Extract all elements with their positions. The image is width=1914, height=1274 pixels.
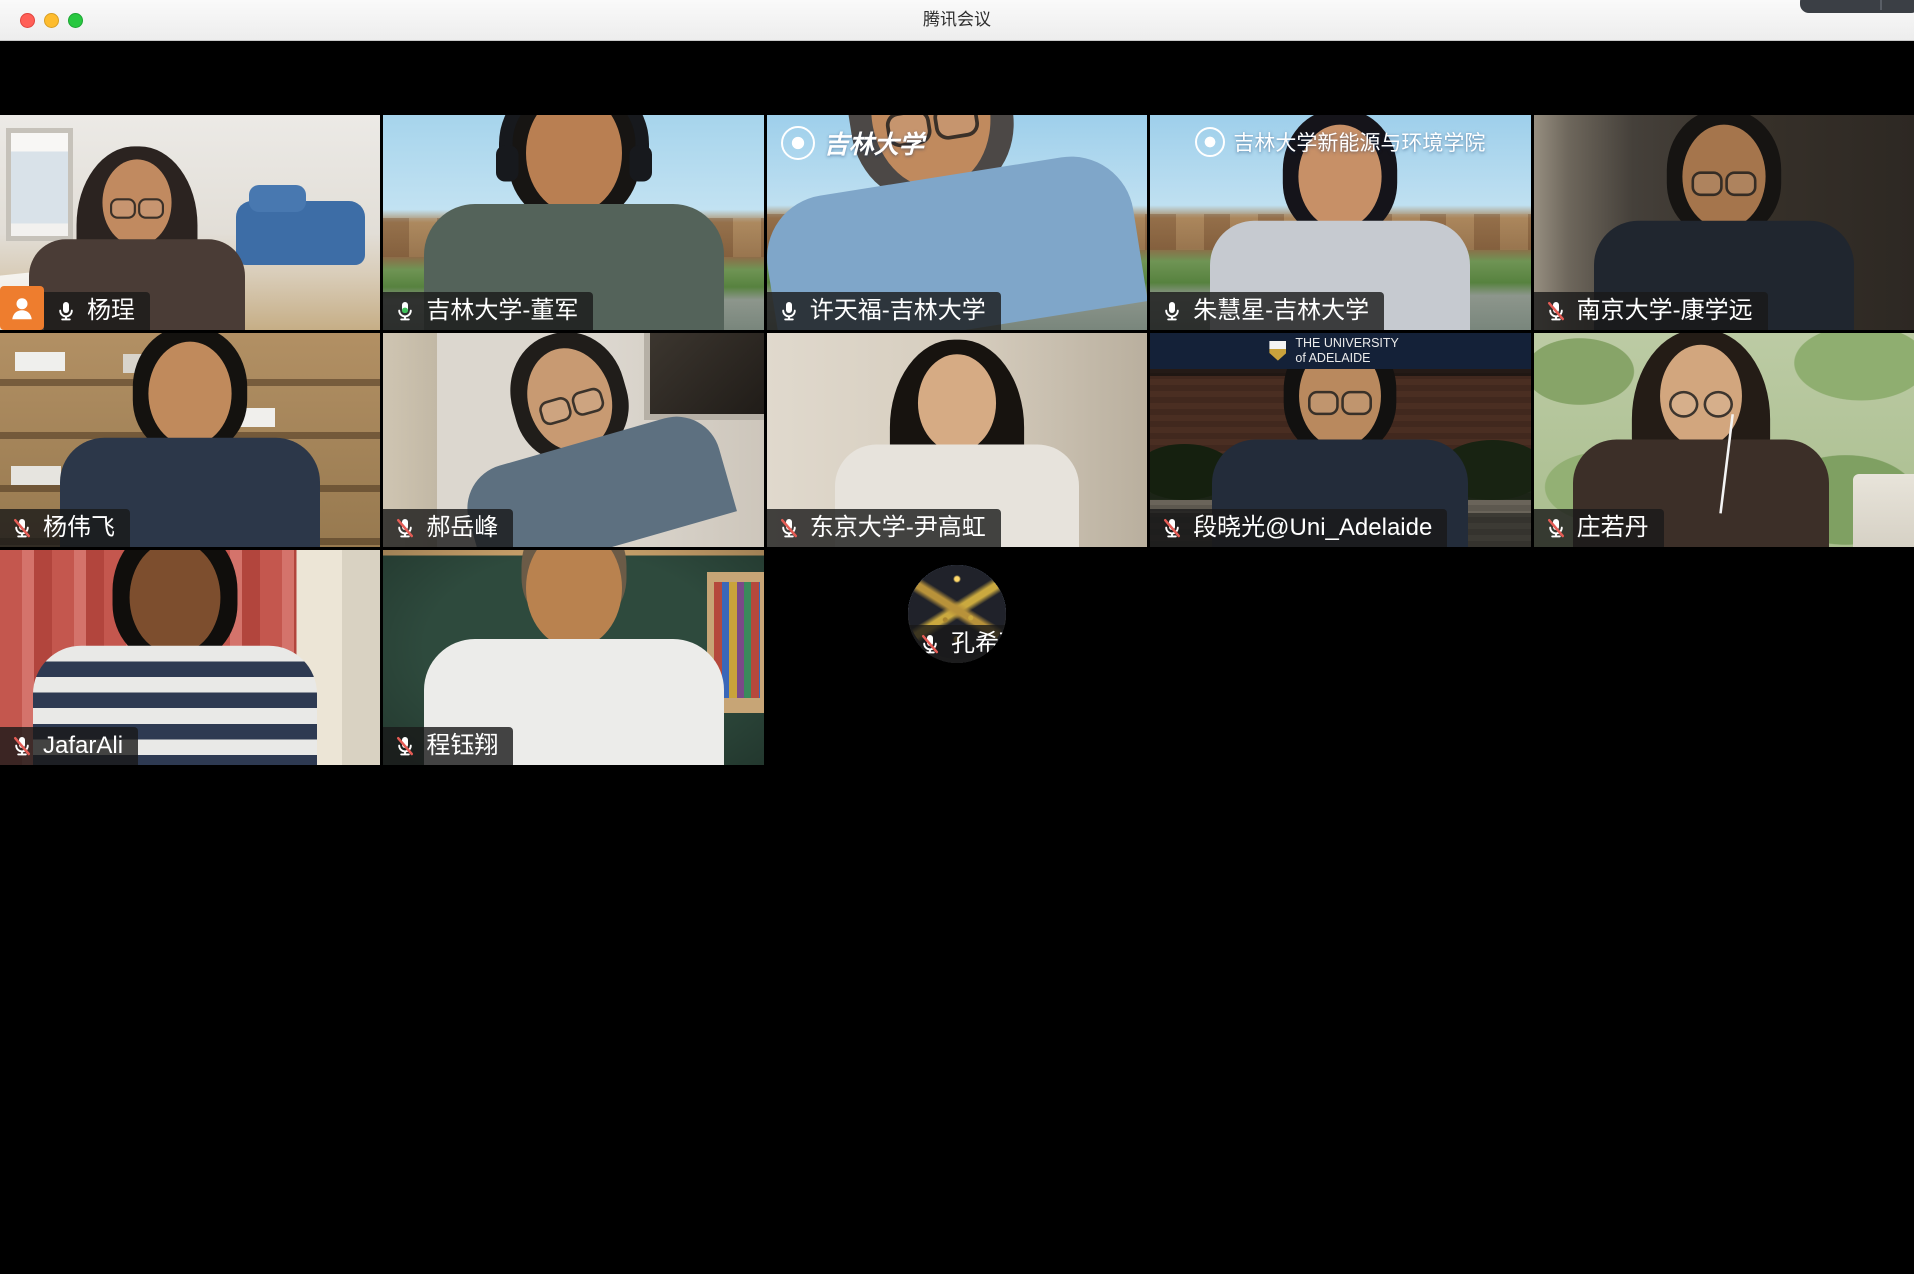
tile-bottom-bar: 吉林大学-董军: [383, 292, 593, 330]
scene-prop: [1853, 474, 1914, 547]
participant-tile-2[interactable]: 吉林大学-董军: [383, 115, 763, 330]
participant-tile-12[interactable]: 程钰翔: [383, 550, 763, 765]
tile-bottom-bar: 朱慧星-吉林大学: [1150, 292, 1384, 330]
mic-icon: [918, 632, 942, 656]
participant-tile-10[interactable]: 庄若丹: [1534, 333, 1914, 548]
mic-icon: [1544, 516, 1568, 540]
tile-bottom-bar: 杨珵: [0, 286, 150, 330]
mic-icon: [54, 299, 78, 323]
nameplate: 庄若丹: [1534, 509, 1664, 547]
nameplate: 杨珵: [44, 292, 150, 330]
participant-tile-6[interactable]: 杨伟飞: [0, 333, 380, 548]
profile-person-icon: [0, 286, 44, 330]
nameplate: 许天福-吉林大学: [767, 292, 1001, 330]
mic-icon: [1544, 299, 1568, 323]
participant-tile-1[interactable]: 杨珵: [0, 115, 380, 330]
participant-name: 庄若丹: [1577, 516, 1649, 540]
participant-tile-25[interactable]: 孔希瑶: [908, 565, 1006, 663]
participant-name: 东京大学-尹高虹: [810, 516, 986, 540]
background-overlay: 吉林大学: [781, 125, 924, 161]
mic-icon: [777, 299, 801, 323]
nameplate: 杨伟飞: [0, 509, 130, 547]
participant-name: 程钰翔: [426, 734, 498, 758]
mic-icon: [393, 516, 417, 540]
background-overlay: THE UNIVERSITY of ADELAIDE: [1150, 333, 1530, 369]
headphones: [499, 115, 649, 160]
tile-bottom-bar: 许天福-吉林大学: [767, 292, 1001, 330]
participant-tile-11[interactable]: JafarAli: [0, 550, 380, 765]
mic-icon: [393, 299, 417, 323]
participant-name: 吉林大学-董军: [426, 299, 578, 323]
participant-tile-8[interactable]: 东京大学-尹高虹: [767, 333, 1147, 548]
nameplate: 段晓光@Uni_Adelaide: [1150, 509, 1447, 547]
nameplate: 东京大学-尹高虹: [767, 509, 1001, 547]
tile-bottom-bar: JafarAli: [0, 727, 138, 765]
university-seal-icon: [781, 126, 815, 160]
nameplate: 孔希瑶: [908, 625, 1006, 663]
mic-icon: [10, 734, 34, 758]
participant-name: 朱慧星-吉林大学: [1193, 299, 1369, 323]
participant-tile-7[interactable]: 郝岳峰: [383, 333, 763, 548]
participant-tile-4[interactable]: 吉林大学新能源与环境学院 朱慧星-吉林大学: [1150, 115, 1530, 330]
tile-bottom-bar: 杨伟飞: [0, 509, 130, 547]
nameplate: 程钰翔: [383, 727, 513, 765]
meeting-stage: 杨珵: [0, 40, 1914, 1274]
overlay-text: 吉林大学新能源与环境学院: [1233, 127, 1485, 157]
tile-bottom-bar: 郝岳峰: [383, 509, 513, 547]
overlay-text: THE UNIVERSITY of ADELAIDE: [1295, 336, 1411, 365]
university-seal-icon: [1269, 341, 1286, 361]
nameplate: 朱慧星-吉林大学: [1150, 292, 1384, 330]
nameplate: 吉林大学-董军: [383, 292, 593, 330]
participant-tile-3[interactable]: 吉林大学 许天福-吉林大学: [767, 115, 1147, 330]
background-overlay: 吉林大学新能源与环境学院: [1195, 127, 1485, 157]
tile-bottom-bar: 庄若丹: [1534, 509, 1664, 547]
participant-name: 段晓光@Uni_Adelaide: [1193, 516, 1432, 540]
mic-icon: [1160, 299, 1184, 323]
participant-name: 郝岳峰: [426, 516, 498, 540]
nameplate: 南京大学-康学远: [1534, 292, 1768, 330]
overlay-text: 吉林大学: [824, 125, 924, 161]
participant-name: 南京大学-康学远: [1577, 299, 1753, 323]
participant-tile-9[interactable]: THE UNIVERSITY of ADELAIDE 段晓光@Uni_Adela…: [1150, 333, 1530, 548]
figure-head: [149, 342, 232, 446]
participant-name: 许天福-吉林大学: [810, 299, 986, 323]
participant-grid: 杨珵: [0, 115, 1914, 1200]
mic-icon: [1160, 516, 1184, 540]
figure-head: [526, 550, 622, 648]
participant-name: 杨伟飞: [43, 516, 115, 540]
nameplate: JafarAli: [0, 727, 138, 765]
toolbar-divider: [1880, 0, 1882, 10]
mic-icon: [393, 734, 417, 758]
participant-name: JafarAli: [43, 734, 123, 758]
tile-bottom-bar: 程钰翔: [383, 727, 513, 765]
mic-icon: [10, 516, 34, 540]
participant-tile-5[interactable]: 南京大学-康学远: [1534, 115, 1914, 330]
tile-bottom-bar: 孔希瑶: [908, 625, 1006, 663]
participant-name: 孔希瑶: [951, 632, 1006, 656]
floating-toolbar-edge[interactable]: [1800, 0, 1914, 13]
tile-bottom-bar: 东京大学-尹高虹: [767, 509, 1001, 547]
mic-icon: [777, 516, 801, 540]
figure-head: [102, 159, 171, 245]
window-title: 腾讯会议: [0, 0, 1914, 40]
participant-name: 杨珵: [87, 299, 135, 323]
university-seal-icon: [1195, 127, 1225, 157]
figure-head: [1682, 124, 1765, 228]
titlebar: 腾讯会议: [0, 0, 1914, 41]
figure-head: [918, 354, 996, 452]
app-window: 腾讯会议: [0, 0, 1914, 1274]
nameplate: 郝岳峰: [383, 509, 513, 547]
tile-bottom-bar: 南京大学-康学远: [1534, 292, 1768, 330]
tile-bottom-bar: 段晓光@Uni_Adelaide: [1150, 509, 1447, 547]
